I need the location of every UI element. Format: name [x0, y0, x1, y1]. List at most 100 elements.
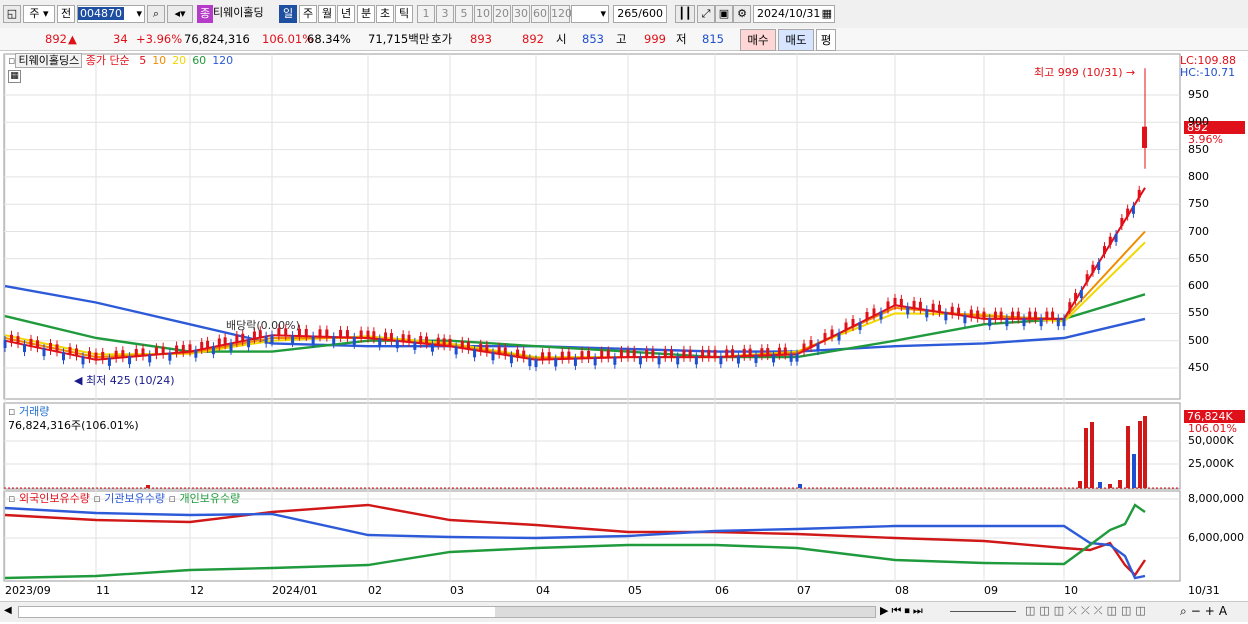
calendar-icon[interactable]: ▦	[822, 6, 832, 22]
candle-body	[442, 338, 446, 347]
volume-title: 거래량	[18, 405, 50, 418]
candle-body	[401, 334, 405, 343]
speaker-icon[interactable]: ◂▾	[167, 5, 193, 23]
candle-body	[359, 330, 363, 339]
period-prefix[interactable]: 전	[57, 5, 75, 23]
candle-body	[982, 311, 986, 320]
date-field[interactable]: 2024/10/31 ▦	[753, 5, 835, 23]
count-field[interactable]: 265/600	[613, 5, 667, 23]
minute-tab-20[interactable]: 20	[493, 5, 511, 23]
unit-select[interactable]: ▾	[571, 5, 609, 23]
candle-body	[1011, 311, 1015, 320]
scrollbar-track[interactable]	[18, 606, 876, 618]
gear-icon[interactable]: ⚙	[733, 5, 751, 23]
candle-body	[858, 322, 862, 331]
drawing-tools-icon[interactable]: ◫◫◫⤫⤫⤫◫◫◫	[1025, 604, 1150, 618]
candle-body	[485, 344, 489, 353]
candle-body	[1068, 302, 1072, 311]
zoom-slider[interactable]	[950, 611, 1016, 612]
dividend-annotation: 배당락(0.00%)	[226, 319, 300, 332]
candle-body	[252, 331, 256, 340]
sell-button[interactable]: 매도	[778, 29, 814, 51]
candle-body	[49, 342, 52, 351]
candle-body	[181, 344, 185, 353]
minute-tab-3[interactable]: 3	[436, 5, 454, 23]
zoom-controls-icon[interactable]: ⌕−+A	[1180, 604, 1231, 619]
minute-tab-60[interactable]: 60	[531, 5, 549, 23]
candle-body	[407, 334, 411, 343]
period-tab-6[interactable]: 틱	[395, 5, 413, 23]
tool-icon[interactable]: ⤢	[697, 5, 715, 23]
volume-bar	[146, 485, 150, 488]
candle-body	[448, 338, 452, 347]
volume-value: 76,824,316	[184, 32, 250, 46]
candle-body	[931, 303, 935, 312]
table-icon[interactable]: ▦	[8, 70, 21, 83]
scroll-left-icon[interactable]: ◀	[4, 605, 12, 616]
search-icon[interactable]: ⌕	[147, 5, 165, 23]
minute-tab-5[interactable]: 5	[455, 5, 473, 23]
candle-body	[944, 312, 948, 321]
x-tick: 04	[536, 584, 550, 597]
count-value: 265	[617, 7, 639, 20]
candle-body	[707, 349, 711, 358]
minute-tab-120[interactable]: 120	[550, 5, 572, 23]
eval-button[interactable]: 평	[816, 29, 836, 51]
x-tick: 2023/09	[5, 584, 51, 597]
save-icon[interactable]: ▣	[715, 5, 733, 23]
candle-body	[837, 332, 841, 341]
volume-bar	[798, 484, 802, 488]
scroll-controls-icon[interactable]: ▶⏮⏹⏭	[880, 604, 926, 618]
candle-body	[436, 337, 440, 346]
candle-body	[16, 336, 20, 345]
candle-body	[1028, 311, 1032, 320]
period-tab-3[interactable]: 년	[337, 5, 355, 23]
candle-body	[235, 334, 239, 343]
candle-body	[1097, 261, 1101, 270]
candle-icon[interactable]: ┃┃	[675, 5, 695, 23]
code-input[interactable]: 004870 ▾	[77, 5, 145, 23]
chevron-down-icon[interactable]: ▾	[136, 6, 142, 22]
candle-body	[713, 349, 717, 358]
candle-body	[154, 347, 158, 356]
price-y-tick: 750	[1188, 197, 1209, 211]
candle-body	[378, 338, 382, 347]
candle-body	[893, 297, 897, 306]
chart-area	[0, 51, 1248, 621]
candle-body	[270, 334, 274, 343]
window-menu-icon[interactable]: ◱	[3, 5, 21, 23]
volume-bar	[1138, 421, 1142, 488]
chart-svg[interactable]	[0, 51, 1248, 621]
ma-legend-120: 120	[212, 54, 234, 67]
candle-body	[395, 340, 399, 349]
candle-body	[339, 329, 343, 338]
candle-body	[1108, 236, 1112, 245]
period-tab-2[interactable]: 월	[318, 5, 336, 23]
holding-y-tick: 6,000,000	[1188, 531, 1244, 544]
high-price: 999	[644, 32, 666, 46]
x-tick: 10/31	[1188, 584, 1220, 597]
period-tab-1[interactable]: 주	[299, 5, 317, 23]
candle-body	[372, 331, 376, 340]
candle-body	[466, 341, 470, 350]
candle-body	[694, 356, 698, 365]
market-select[interactable]: 주 ▾	[23, 5, 55, 23]
low-note: 최저 425 (10/24)	[85, 374, 175, 387]
holding-legend: ▫ 외국인보유수량 ▫ 기관보유수량 ▫ 개인보유수량	[8, 492, 240, 505]
legend-individual: 개인보유수량	[179, 492, 241, 505]
minute-tab-10[interactable]: 10	[474, 5, 492, 23]
hoga-label: 호가	[431, 32, 453, 46]
x-tick: 03	[450, 584, 464, 597]
candle-body	[325, 329, 329, 338]
scrollbar-thumb[interactable]	[495, 607, 875, 617]
period-tab-5[interactable]: 초	[376, 5, 394, 23]
candle-body	[175, 345, 179, 354]
minute-tab-1[interactable]: 1	[417, 5, 435, 23]
period-tab-0[interactable]: 일	[279, 5, 297, 23]
period-tab-4[interactable]: 분	[357, 5, 375, 23]
ma-legend-20: 20	[172, 54, 187, 67]
candle-body	[345, 330, 349, 339]
minute-tab-30[interactable]: 30	[512, 5, 530, 23]
panel-icon: ▫	[8, 492, 16, 505]
buy-button[interactable]: 매수	[740, 29, 776, 51]
